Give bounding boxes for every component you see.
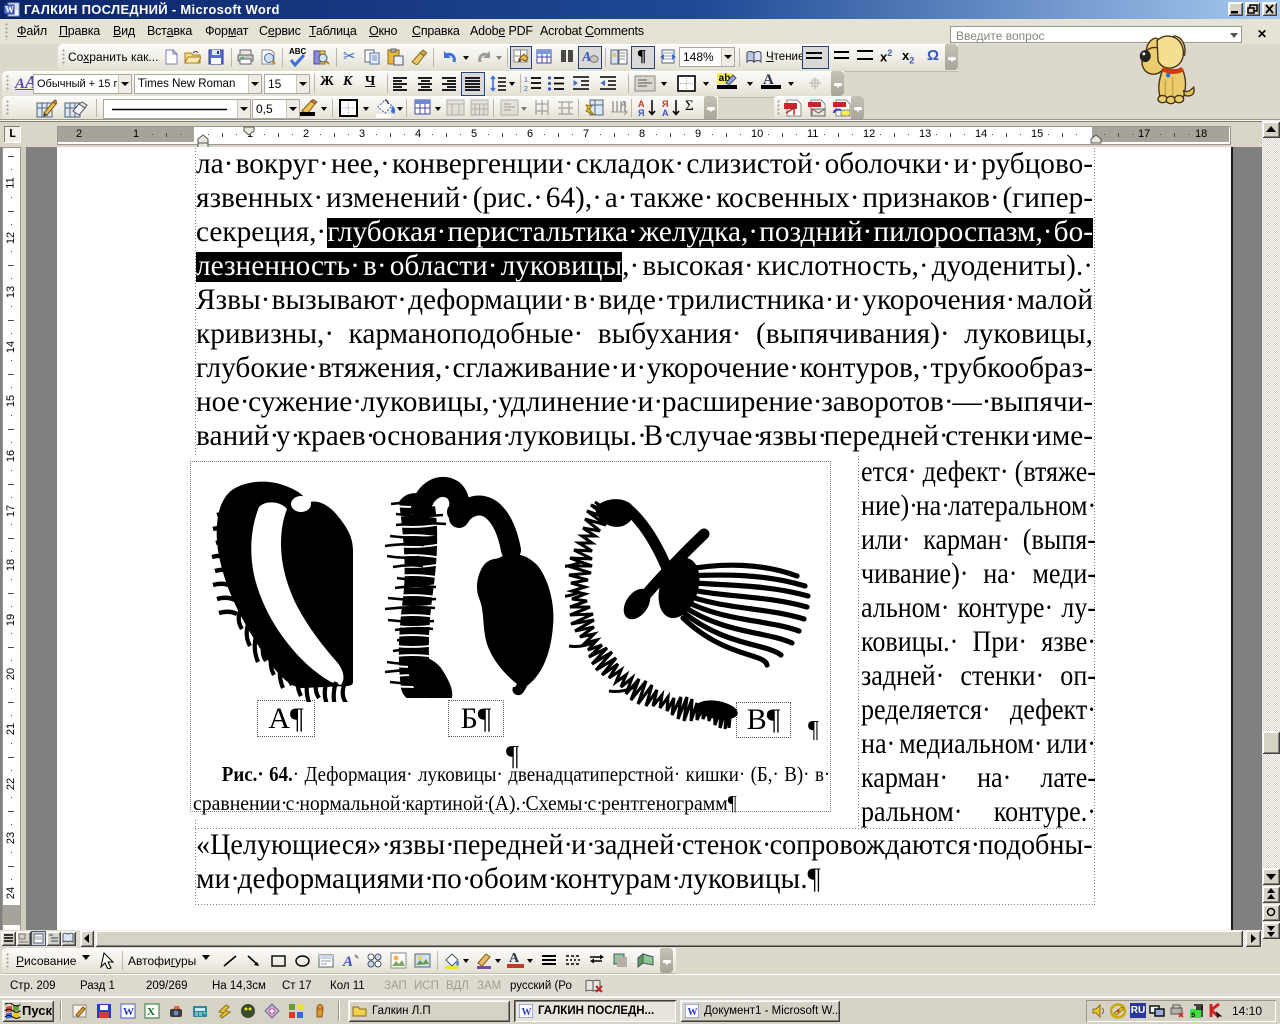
svg-text:W: W xyxy=(522,1007,532,1018)
svg-text:A: A xyxy=(342,954,353,969)
svg-text:W: W xyxy=(123,1006,134,1018)
svg-text:W: W xyxy=(5,5,14,15)
svg-text:X: X xyxy=(147,1006,155,1018)
svg-text:2: 2 xyxy=(524,86,528,92)
svg-text:W: W xyxy=(688,1007,698,1018)
svg-text:А: А xyxy=(662,108,669,117)
svg-text:1: 1 xyxy=(524,77,528,84)
svg-text:Я: Я xyxy=(638,108,644,117)
svg-text:A: A xyxy=(621,100,627,109)
svg-text:s: s xyxy=(1191,1010,1196,1019)
svg-text:A: A xyxy=(582,50,591,64)
